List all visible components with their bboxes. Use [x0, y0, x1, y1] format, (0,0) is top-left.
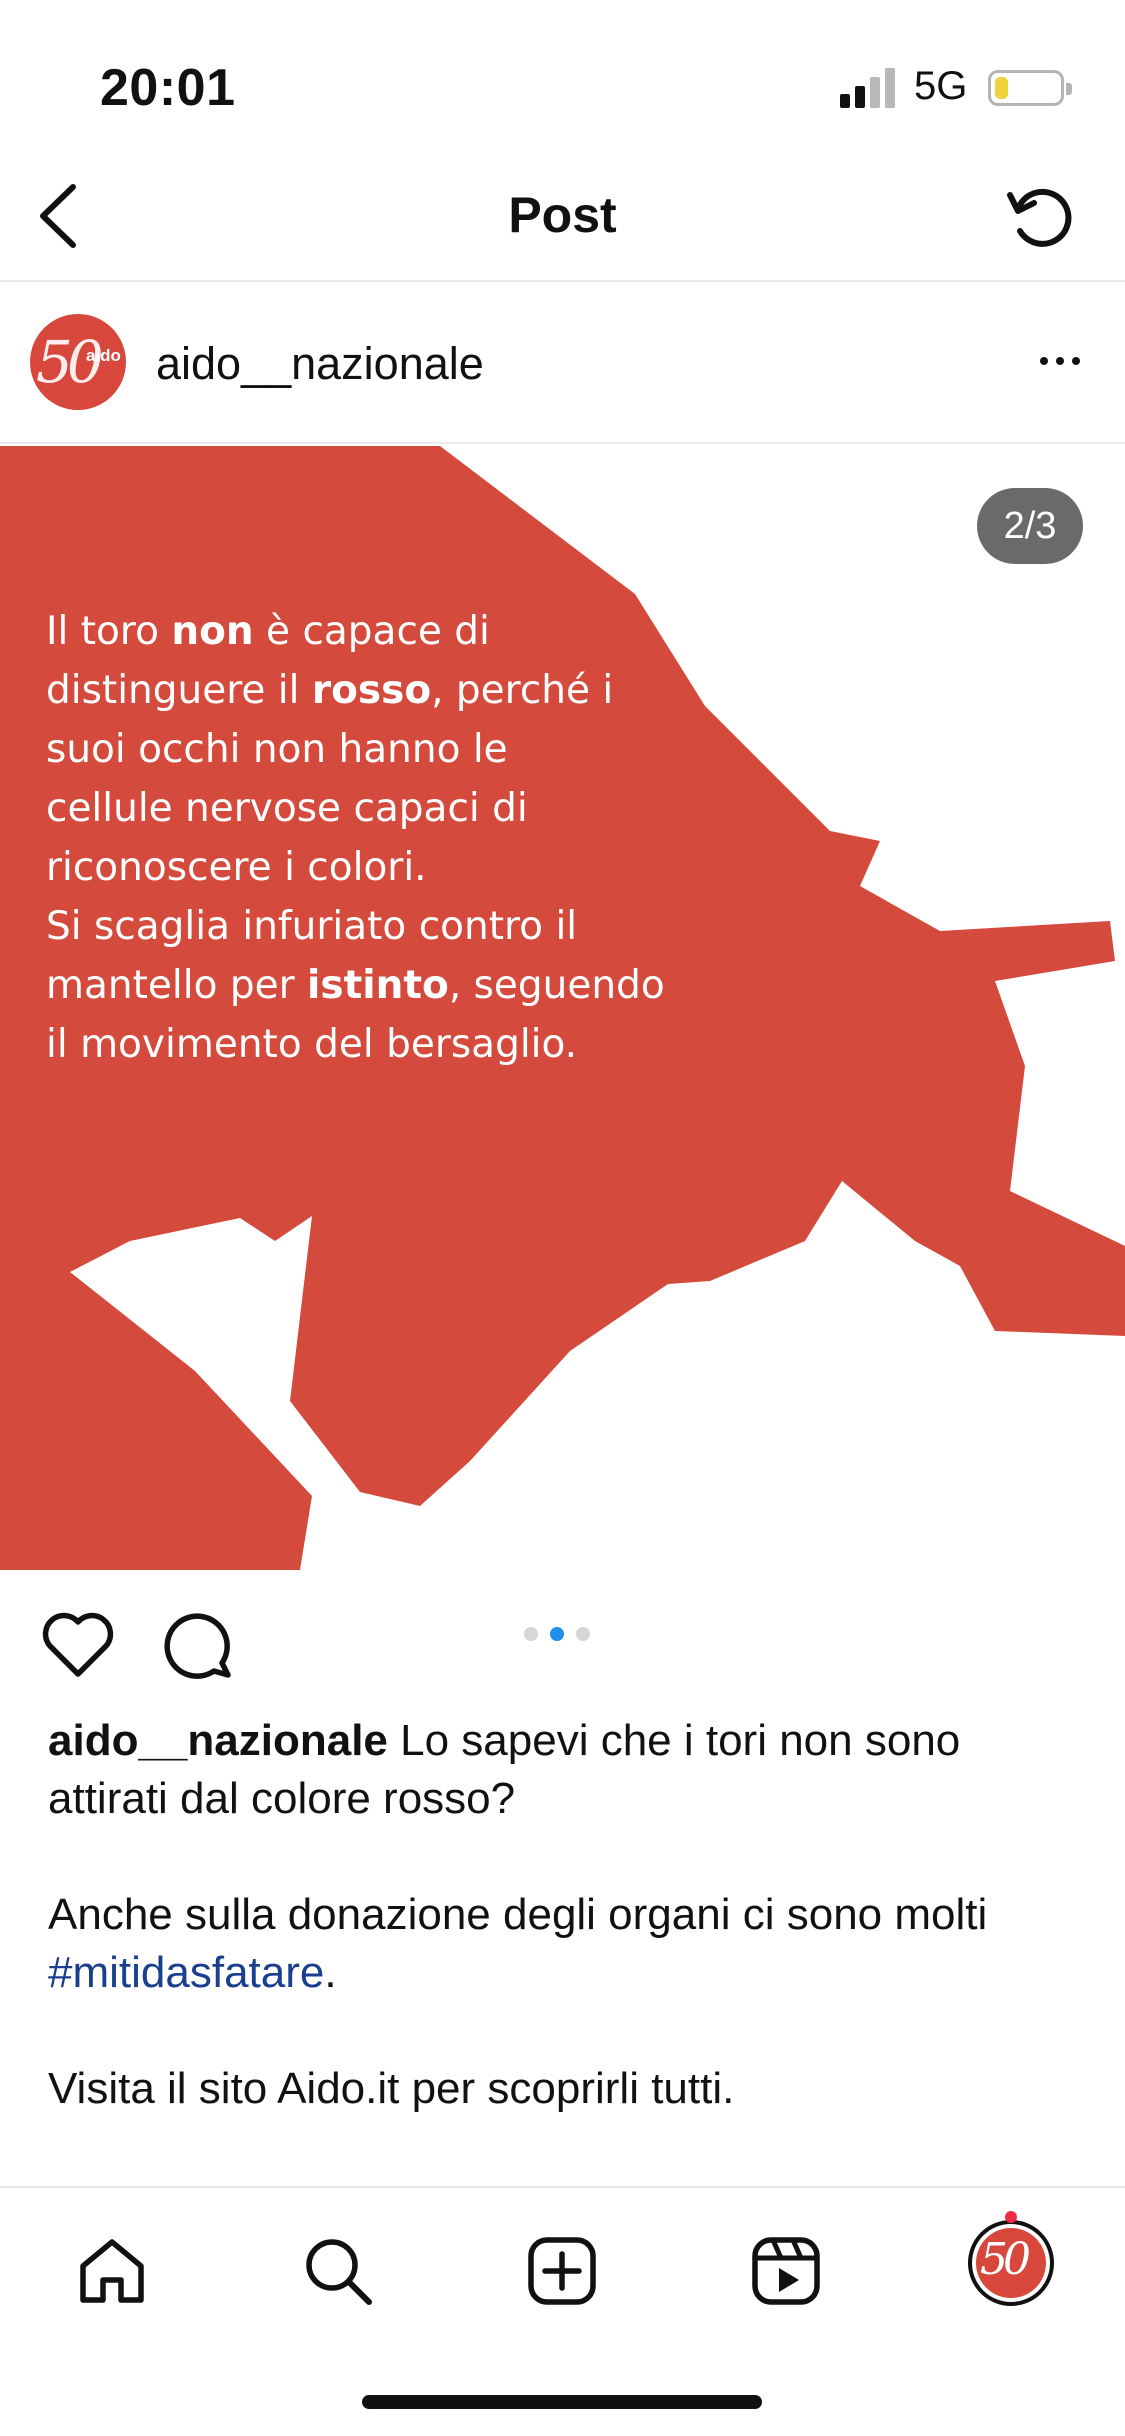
carousel-dot	[524, 1627, 538, 1641]
search-icon	[306, 2239, 372, 2305]
caption-line: Visita il sito Aido.it per scoprirli tut…	[48, 2060, 1088, 2118]
avatar-logo-text: aido	[86, 346, 121, 365]
overlay-text-line: riconoscere i colori.	[46, 838, 746, 897]
post-author-row: 50 aido aido__nazionale	[0, 284, 1125, 444]
tab-search[interactable]	[290, 2226, 386, 2316]
overlay-text-line: Il toro non è capace di	[46, 602, 746, 661]
heart-icon	[42, 1612, 114, 1677]
carousel-dots	[524, 1627, 590, 1641]
network-type: 5G	[914, 64, 968, 108]
overlay-text-segment: Si scaglia infuriato contro il	[46, 904, 578, 949]
overlay-text-line: cellule nervose capaci di	[46, 779, 746, 838]
tab-home[interactable]	[64, 2226, 160, 2316]
battery-icon	[988, 70, 1072, 106]
more-options-button[interactable]	[1030, 336, 1090, 386]
home-icon	[80, 2239, 144, 2303]
overlay-text-segment: , seguendo	[448, 963, 665, 1008]
carousel-dot	[576, 1627, 590, 1641]
caption-line: aido__nazionale Lo sapevi che i tori non…	[48, 1712, 1088, 1828]
overlay-text-bold: rosso	[311, 668, 432, 713]
caption-username[interactable]: aido__nazionale	[48, 1716, 388, 1765]
overlay-text-segment: mantello per	[46, 963, 308, 1008]
create-icon	[528, 2237, 596, 2305]
caption-text: Visita il sito Aido.it per scoprirli tut…	[48, 2064, 735, 2113]
more-horizontal-icon	[1040, 357, 1048, 365]
tab-profile[interactable]: 50	[968, 2220, 1054, 2306]
overlay-text-line: mantello per istinto, seguendo	[46, 956, 746, 1015]
caption-line: Anche sulla donazione degli organi ci so…	[48, 1886, 1088, 2002]
overlay-text-segment: , perché i	[431, 668, 614, 713]
overlay-text-line: il movimento del bersaglio.	[46, 1015, 746, 1074]
overlay-text-bold: non	[171, 609, 254, 654]
notification-dot	[1005, 2211, 1017, 2223]
tab-reels[interactable]	[738, 2226, 834, 2316]
battery-fill	[995, 77, 1008, 99]
status-bar: 20:01 5G	[0, 0, 1125, 150]
overlay-text-line: Si scaglia infuriato contro il	[46, 897, 746, 956]
comment-icon	[164, 1613, 231, 1679]
more-dot	[1056, 357, 1064, 365]
comment-button[interactable]	[158, 1605, 238, 1685]
overlay-text-bold: istinto	[307, 963, 449, 1008]
home-indicator	[362, 2395, 762, 2409]
post-image[interactable]: 2/3 Il toro non è capace di distinguere i…	[0, 446, 1125, 1570]
overlay-text-segment: è capace di	[253, 609, 490, 654]
profile-avatar-digits: 50	[980, 2234, 1031, 2285]
page-title: Post	[508, 187, 617, 243]
like-button[interactable]	[38, 1605, 118, 1685]
more-dot	[1072, 357, 1080, 365]
tab-create[interactable]	[514, 2226, 610, 2316]
caption-text: .	[324, 1948, 337, 1997]
overlay-text-line: suoi occhi non hanno le	[46, 720, 746, 779]
overlay-text-segment: Il toro	[46, 609, 172, 654]
overlay-text-segment: riconoscere i colori.	[46, 845, 427, 890]
reels-icon	[752, 2237, 820, 2305]
post-header: Post	[0, 150, 1125, 282]
avatar[interactable]: 50 aido	[30, 314, 126, 410]
overlay-text-segment: il movimento del bersaglio.	[46, 1022, 578, 1067]
status-time: 20:01	[100, 59, 236, 117]
battery-cap	[1066, 83, 1072, 95]
profile-avatar: 50	[976, 2228, 1046, 2298]
overlay-text-segment: cellule nervose capaci di	[46, 786, 528, 831]
image-overlay-text: Il toro non è capace di distinguere il ro…	[46, 602, 746, 1074]
refresh-icon	[1007, 188, 1072, 247]
author-username[interactable]: aido__nazionale	[156, 338, 484, 390]
overlay-text-segment: suoi occhi non hanno le	[46, 727, 508, 772]
carousel-counter: 2/3	[977, 488, 1083, 564]
overlay-text-segment: distinguere il	[46, 668, 312, 713]
carousel-dot	[550, 1627, 564, 1641]
cellular-signal-icon	[840, 68, 895, 108]
refresh-button[interactable]	[996, 176, 1086, 256]
hashtag-link[interactable]: #mitidasfatare	[48, 1948, 324, 1997]
post-caption: aido__nazionale Lo sapevi che i tori non…	[48, 1712, 1088, 2176]
caption-text: Anche sulla donazione degli organi ci so…	[48, 1890, 988, 1939]
overlay-text-line: distinguere il rosso, perché i	[46, 661, 746, 720]
